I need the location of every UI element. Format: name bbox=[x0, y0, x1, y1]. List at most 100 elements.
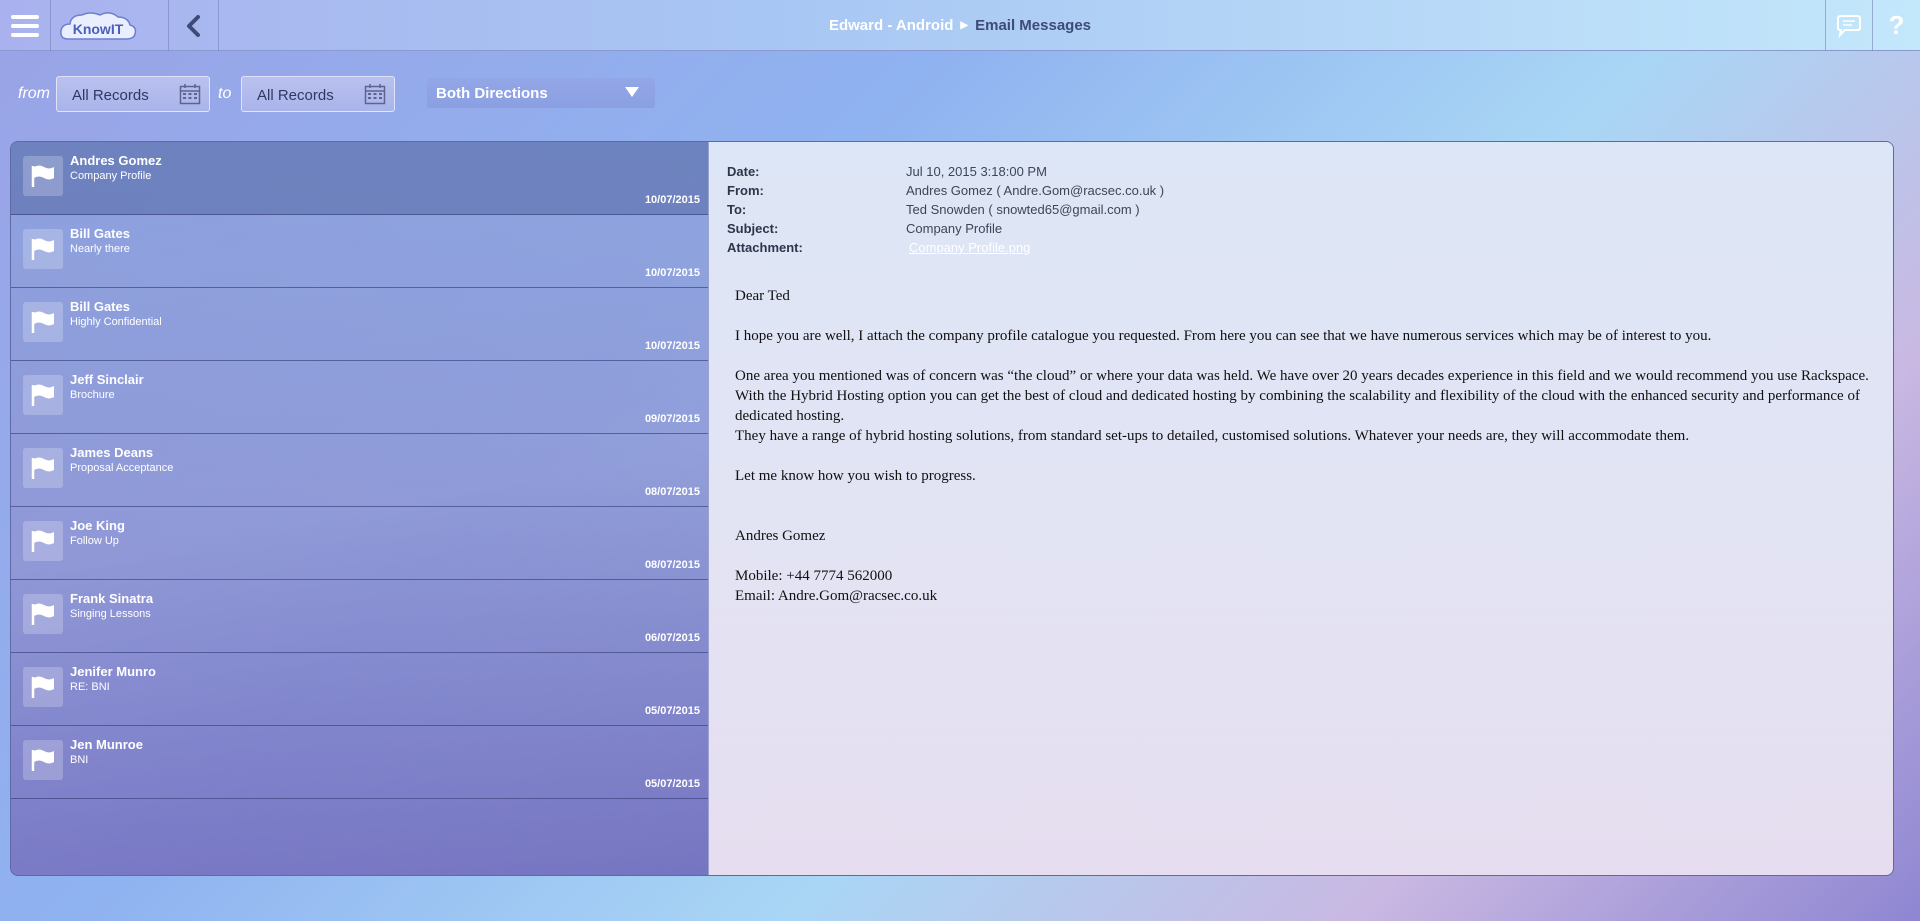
message-date: 10/07/2015 bbox=[644, 340, 700, 352]
body-paragraph: I hope you are well, I attach the compan… bbox=[735, 328, 1712, 344]
message-date: 08/07/2015 bbox=[644, 486, 700, 498]
message-subject: Company Profile bbox=[70, 170, 152, 182]
flag-icon[interactable] bbox=[23, 156, 63, 196]
header-to-row: To: Ted Snowden ( snowted65@gmail.com ) bbox=[727, 202, 1140, 217]
message-list-item[interactable]: James Deans Proposal Acceptance 08/07/20… bbox=[11, 434, 708, 507]
flag-icon[interactable] bbox=[23, 302, 63, 342]
body-mobile: Mobile: +44 7774 562000 bbox=[735, 568, 893, 584]
message-sender: Bill Gates bbox=[70, 299, 130, 314]
toolbar-divider bbox=[50, 0, 51, 51]
message-date: 06/07/2015 bbox=[644, 632, 700, 644]
breadcrumb-parent-link[interactable]: Edward - Android bbox=[829, 17, 953, 34]
message-list-item[interactable]: Bill Gates Nearly there 10/07/2015 bbox=[11, 215, 708, 288]
body-email: Email: Andre.Gom@racsec.co.uk bbox=[735, 588, 938, 604]
toolbar-divider bbox=[218, 0, 219, 51]
body-greeting: Dear Ted bbox=[735, 288, 790, 304]
message-list-item[interactable]: Joe King Follow Up 08/07/2015 bbox=[11, 507, 708, 580]
breadcrumb: Edward - Android ▶ Email Messages bbox=[0, 0, 1920, 51]
flag-icon[interactable] bbox=[23, 667, 63, 707]
subject-label: Subject: bbox=[727, 221, 779, 236]
message-list-item[interactable]: Jenifer Munro RE: BNI 05/07/2015 bbox=[11, 653, 708, 726]
message-list-item[interactable]: Jeff Sinclair Brochure 09/07/2015 bbox=[11, 361, 708, 434]
message-sender: Andres Gomez bbox=[70, 153, 162, 168]
from-label: From: bbox=[727, 183, 764, 198]
to-date-value: All Records bbox=[257, 87, 334, 104]
message-subject: Highly Confidential bbox=[70, 316, 162, 328]
message-sender: Joe King bbox=[70, 518, 125, 533]
message-date: 05/07/2015 bbox=[644, 778, 700, 790]
message-subject: BNI bbox=[70, 754, 89, 766]
flag-icon[interactable] bbox=[23, 229, 63, 269]
date-value: Jul 10, 2015 3:18:00 PM bbox=[906, 164, 1047, 179]
caret-right-icon: ▶ bbox=[960, 20, 969, 31]
flag-icon[interactable] bbox=[23, 740, 63, 780]
top-bar: KnowIT Edward - Android ▶ Email Messages… bbox=[0, 0, 1920, 51]
message-subject: Nearly there bbox=[70, 243, 130, 255]
knowit-logo[interactable]: KnowIT bbox=[58, 9, 138, 43]
chat-bubble-icon bbox=[1837, 14, 1861, 38]
calendar-icon[interactable] bbox=[179, 83, 201, 105]
message-sender: Bill Gates bbox=[70, 226, 130, 241]
message-date: 10/07/2015 bbox=[644, 194, 700, 206]
message-subject: RE: BNI bbox=[70, 681, 110, 693]
message-subject: Proposal Acceptance bbox=[70, 462, 174, 474]
chevron-left-icon bbox=[187, 14, 200, 37]
message-list-item[interactable]: Bill Gates Highly Confidential 10/07/201… bbox=[11, 288, 708, 361]
flag-icon[interactable] bbox=[23, 375, 63, 415]
message-body: Dear Ted I hope you are well, I attach t… bbox=[735, 286, 1875, 606]
from-date-field[interactable]: All Records bbox=[56, 76, 210, 112]
from-value: Andres Gomez ( Andre.Gom@racsec.co.uk ) bbox=[906, 183, 1165, 198]
subject-value: Company Profile bbox=[906, 221, 1003, 236]
message-sender: James Deans bbox=[70, 445, 154, 460]
message-list-item[interactable]: Jen Munroe BNI 05/07/2015 bbox=[11, 726, 708, 799]
message-subject: Brochure bbox=[70, 389, 115, 401]
breadcrumb-current: Email Messages bbox=[975, 17, 1092, 34]
body-paragraph: One area you mentioned was of concern wa… bbox=[735, 368, 1869, 424]
flag-icon[interactable] bbox=[23, 594, 63, 634]
header-attachment-row: Attachment: Company Profile.png bbox=[727, 240, 1030, 255]
to-value: Ted Snowden ( snowted65@gmail.com ) bbox=[906, 202, 1140, 217]
message-date: 05/07/2015 bbox=[644, 705, 700, 717]
toolbar-divider bbox=[168, 0, 169, 51]
message-sender: Jenifer Munro bbox=[70, 664, 156, 679]
message-detail: Date: Jul 10, 2015 3:18:00 PM From: Andres… bbox=[708, 142, 1893, 875]
to-date-field[interactable]: All Records bbox=[241, 76, 395, 112]
email-panel: Andres Gomez Company Profile 10/07/2015 … bbox=[10, 141, 1894, 876]
flag-icon[interactable] bbox=[23, 448, 63, 488]
message-list-item[interactable]: Andres Gomez Company Profile 10/07/2015 bbox=[11, 142, 708, 215]
header-subject-row: Subject: Company Profile bbox=[727, 221, 1002, 236]
dropdown-arrow-icon bbox=[625, 87, 639, 97]
direction-select[interactable]: Both Directions bbox=[427, 78, 655, 108]
calendar-icon[interactable] bbox=[364, 83, 386, 105]
header-date-row: Date: Jul 10, 2015 3:18:00 PM bbox=[727, 164, 1047, 179]
date-label: Date: bbox=[727, 164, 760, 179]
body-paragraph: Let me know how you wish to progress. bbox=[735, 468, 976, 484]
from-date-value: All Records bbox=[72, 87, 149, 104]
to-label: To: bbox=[727, 202, 747, 217]
attachment-link[interactable]: Company Profile.png bbox=[909, 240, 1030, 255]
message-date: 09/07/2015 bbox=[644, 413, 700, 425]
message-date: 08/07/2015 bbox=[644, 559, 700, 571]
flag-icon[interactable] bbox=[23, 521, 63, 561]
help-button[interactable]: ? bbox=[1873, 0, 1920, 51]
message-date: 10/07/2015 bbox=[644, 267, 700, 279]
body-paragraph: They have a range of hybrid hosting solu… bbox=[735, 428, 1690, 444]
help-icon: ? bbox=[1888, 10, 1905, 40]
message-list: Andres Gomez Company Profile 10/07/2015 … bbox=[11, 142, 708, 875]
hamburger-menu-icon[interactable] bbox=[0, 0, 50, 51]
message-subject: Singing Lessons bbox=[70, 608, 151, 620]
attachment-label: Attachment: bbox=[727, 240, 803, 255]
header-from-row: From: Andres Gomez ( Andre.Gom@racsec.co.… bbox=[727, 183, 1164, 198]
message-list-item[interactable]: Frank Sinatra Singing Lessons 06/07/2015 bbox=[11, 580, 708, 653]
to-label: to bbox=[218, 85, 232, 102]
direction-value: Both Directions bbox=[436, 85, 548, 102]
body-signature: Andres Gomez bbox=[735, 528, 826, 544]
chat-button[interactable] bbox=[1826, 0, 1872, 51]
from-label: from bbox=[18, 85, 50, 102]
svg-text:KnowIT: KnowIT bbox=[73, 21, 124, 37]
message-sender: Jeff Sinclair bbox=[70, 372, 144, 387]
message-subject: Follow Up bbox=[70, 535, 119, 547]
back-button[interactable] bbox=[170, 0, 218, 51]
message-sender: Frank Sinatra bbox=[70, 591, 154, 606]
message-sender: Jen Munroe bbox=[70, 737, 143, 752]
